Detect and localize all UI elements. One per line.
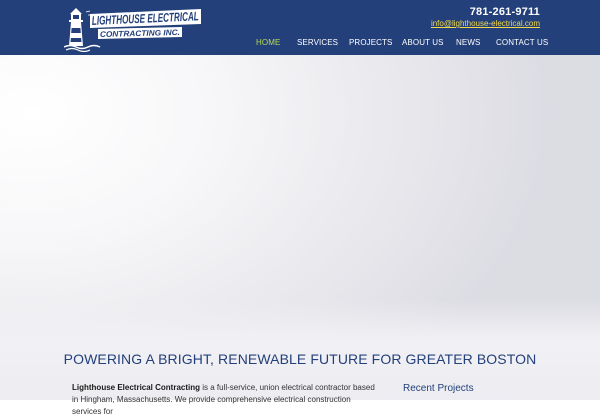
logo-text-secondary: CONTRACTING INC. — [100, 28, 180, 39]
nav-item-projects[interactable]: PROJECTS — [349, 38, 392, 47]
phone-number[interactable]: 781-261-9711 — [470, 6, 540, 18]
nav-item-services[interactable]: SERVICES — [297, 38, 338, 47]
nav-item-about-us[interactable]: ABOUT US — [402, 38, 444, 47]
site-header: LIGHTHOUSE ELECTRICAL CONTRACTING INC. 7… — [0, 0, 600, 55]
nav-item-contact-us[interactable]: CONTACT US — [496, 38, 548, 47]
nav-item-home[interactable]: HOME — [256, 38, 280, 47]
lighthouse-logo[interactable]: LIGHTHOUSE ELECTRICAL CONTRACTING INC. — [64, 6, 204, 52]
page-tagline: POWERING A BRIGHT, RENEWABLE FUTURE FOR … — [63, 351, 537, 367]
email-link[interactable]: info@lighthouse-electrical.com — [431, 19, 540, 28]
logo-text-primary: LIGHTHOUSE ELECTRICAL — [92, 9, 200, 28]
recent-projects-heading: Recent Projects — [403, 383, 474, 394]
intro-company-name: Lighthouse Electrical Contracting — [72, 383, 201, 392]
intro-paragraph: Lighthouse Electrical Contracting is a f… — [72, 382, 382, 418]
nav-item-news[interactable]: NEWS — [456, 38, 480, 47]
